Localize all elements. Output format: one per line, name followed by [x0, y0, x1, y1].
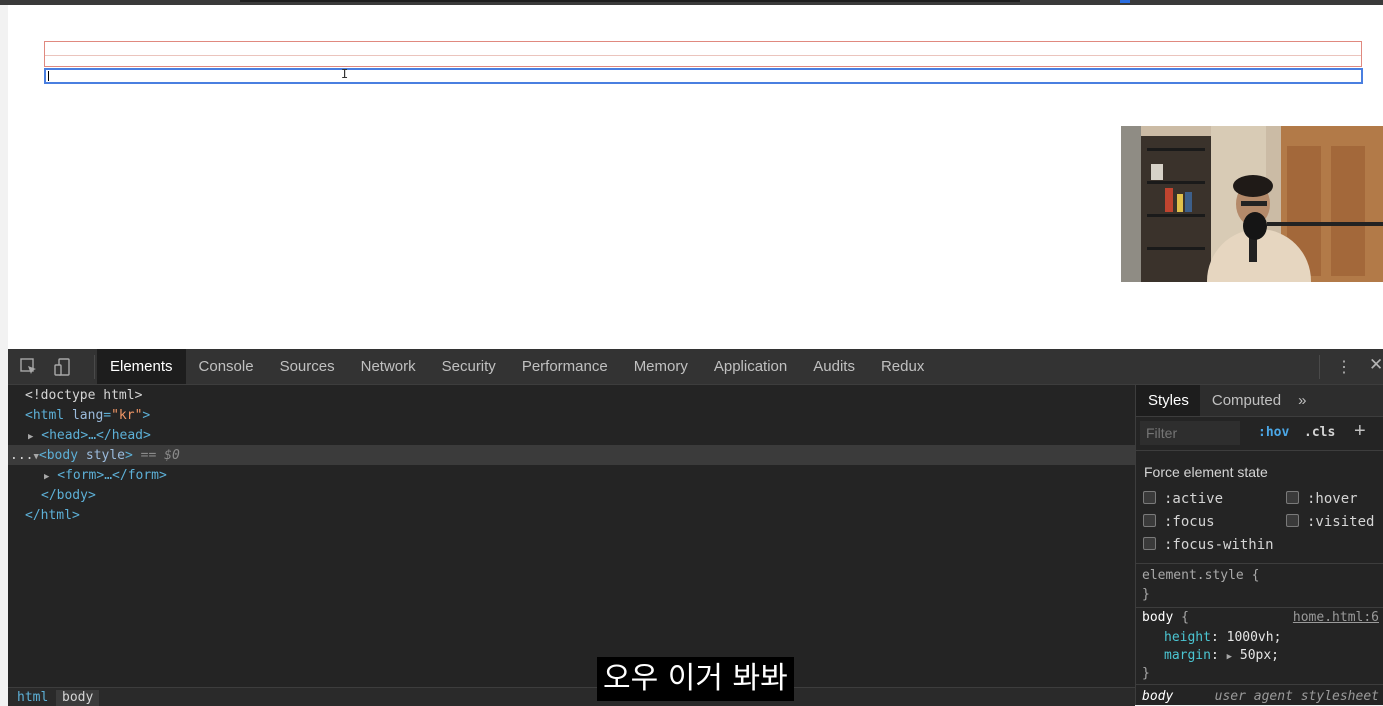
- breadcrumb: html body: [8, 687, 1135, 706]
- styles-pane: Styles Computed » :hov .cls + Force elem…: [1136, 385, 1383, 705]
- force-state-title: Force element state: [1144, 464, 1268, 480]
- class-toggle[interactable]: .cls: [1304, 425, 1335, 440]
- tab-network[interactable]: Network: [348, 349, 429, 384]
- toolbar-divider: [94, 355, 95, 379]
- inspect-element-icon[interactable]: [20, 358, 38, 376]
- styles-filter-row: :hov .cls +: [1136, 418, 1383, 450]
- dom-body-close[interactable]: </body>: [41, 486, 96, 506]
- styles-filter-input[interactable]: [1140, 421, 1240, 445]
- new-rule-icon[interactable]: +: [1354, 420, 1366, 443]
- device-toolbar-icon[interactable]: [54, 358, 72, 376]
- element-style-rule: element.style { }: [1136, 563, 1383, 608]
- hover-state-toggle[interactable]: :hov: [1258, 425, 1289, 440]
- webcam-overlay: [1121, 126, 1383, 282]
- dom-html-close[interactable]: </html>: [25, 506, 80, 526]
- tab-audits[interactable]: Audits: [800, 349, 868, 384]
- dom-head-node[interactable]: ▶ <head>…</head>: [28, 426, 151, 446]
- text-input[interactable]: [44, 68, 1363, 84]
- devtools-tabbar: Elements Console Sources Network Securit…: [8, 349, 1383, 385]
- user-agent-rule: body user agent stylesheet: [1136, 685, 1383, 705]
- dom-body-node[interactable]: ...▼<body style> == $0: [10, 446, 180, 466]
- checkbox-visited[interactable]: :visited: [1286, 513, 1374, 531]
- form-outline: [44, 41, 1362, 67]
- element-style-selector[interactable]: element.style {: [1142, 567, 1259, 585]
- body-rule-close: }: [1142, 666, 1150, 681]
- element-style-close: }: [1142, 587, 1150, 602]
- checkbox-focus[interactable]: :focus: [1143, 513, 1215, 531]
- ibeam-cursor-icon: I: [341, 67, 349, 81]
- ua-rule-source: user agent stylesheet: [1214, 689, 1379, 704]
- styles-tabs: Styles Computed »: [1136, 385, 1383, 417]
- decl-margin[interactable]: margin: ▶ 50px;: [1164, 647, 1279, 665]
- tab-performance[interactable]: Performance: [509, 349, 621, 384]
- tab-sources[interactable]: Sources: [267, 349, 348, 384]
- force-element-state: Force element state :active :hover :focu…: [1136, 450, 1383, 564]
- body-style-rule: body { home.html:6 height: 1000vh; margi…: [1136, 608, 1383, 685]
- expand-triangle-icon[interactable]: ▶: [28, 432, 33, 442]
- tab-computed[interactable]: Computed: [1200, 385, 1292, 416]
- elements-tree: <!doctype html> <html lang="kr"> ▶ <head…: [8, 385, 1135, 706]
- top-bar-strip: [240, 0, 1020, 2]
- more-tabs-icon[interactable]: »: [1292, 385, 1312, 416]
- tab-styles[interactable]: Styles: [1136, 385, 1200, 416]
- toolbar-divider-right: [1319, 355, 1320, 379]
- tab-elements[interactable]: Elements: [97, 349, 186, 384]
- form-inner-line: [45, 55, 1361, 56]
- checkbox-focus-within[interactable]: :focus-within: [1143, 536, 1274, 554]
- top-bar-indicator: [1120, 0, 1130, 3]
- breadcrumb-html[interactable]: html: [11, 690, 54, 706]
- tab-security[interactable]: Security: [429, 349, 509, 384]
- dom-html-node[interactable]: <html lang="kr">: [25, 406, 150, 426]
- tab-redux[interactable]: Redux: [868, 349, 937, 384]
- ua-rule-selector[interactable]: body: [1142, 688, 1173, 706]
- devtools-panel: Elements Console Sources Network Securit…: [8, 349, 1383, 706]
- checkbox-active[interactable]: :active: [1143, 490, 1223, 508]
- video-caption: 오우 이거 봐봐: [597, 657, 794, 701]
- dom-doctype[interactable]: <!doctype html>: [25, 386, 142, 406]
- decl-height[interactable]: height: 1000vh;: [1164, 629, 1281, 647]
- close-icon[interactable]: ✕: [1369, 355, 1383, 375]
- body-rule-selector[interactable]: body {: [1142, 609, 1189, 627]
- tab-application[interactable]: Application: [701, 349, 800, 384]
- devtools-tabs: Elements Console Sources Network Securit…: [97, 349, 937, 384]
- breadcrumb-body[interactable]: body: [56, 690, 100, 706]
- expand-shorthand-icon[interactable]: ▶: [1227, 652, 1232, 662]
- expand-triangle-icon[interactable]: ▶: [44, 472, 49, 482]
- more-options-icon[interactable]: ⋮: [1336, 357, 1352, 377]
- body-rule-source-link[interactable]: home.html:6: [1293, 609, 1379, 627]
- checkbox-hover[interactable]: :hover: [1286, 490, 1358, 508]
- text-caret: [48, 71, 49, 81]
- tab-memory[interactable]: Memory: [621, 349, 701, 384]
- tab-console[interactable]: Console: [186, 349, 267, 384]
- dom-form-node[interactable]: ▶ <form>…</form>: [44, 466, 167, 486]
